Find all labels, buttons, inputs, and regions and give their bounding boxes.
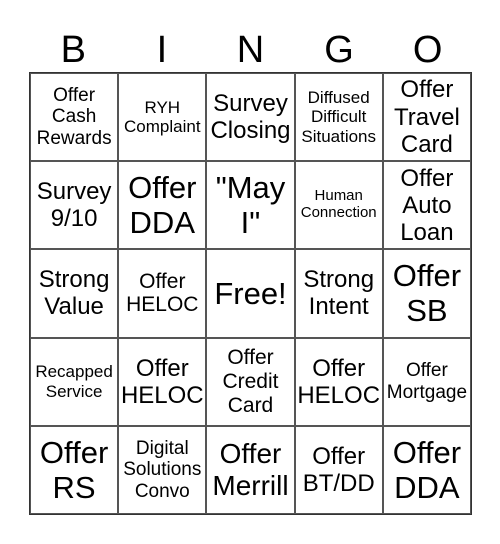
cell-text: Survey 9/10 bbox=[36, 178, 112, 233]
cell-text: Strong Value bbox=[38, 266, 110, 321]
bingo-cell[interactable]: Human Connection bbox=[294, 161, 383, 250]
cell-text: Offer DDA bbox=[392, 434, 462, 505]
bingo-cell[interactable]: Offer DDA bbox=[118, 161, 207, 250]
header-letter-b: B bbox=[60, 29, 86, 71]
cell-text: Offer Merrill bbox=[212, 438, 289, 501]
bingo-cell[interactable]: "May I" bbox=[206, 161, 295, 250]
bingo-cell[interactable]: Offer Travel Card bbox=[382, 73, 471, 162]
cell-text: Strong Intent bbox=[303, 266, 375, 321]
cell-text: Offer Travel Card bbox=[393, 76, 460, 158]
cell-text: Offer DDA bbox=[128, 170, 197, 241]
bingo-cell[interactable]: Offer SB bbox=[382, 249, 471, 338]
cell-text: Human Connection bbox=[300, 187, 377, 222]
bingo-cell[interactable]: Offer BT/DD bbox=[294, 425, 383, 514]
cell-text: RYH Complaint bbox=[124, 97, 201, 137]
cell-text: Offer HELOC bbox=[297, 354, 381, 409]
bingo-cell[interactable]: Offer HELOC bbox=[294, 337, 383, 426]
cell-text: Offer Cash Rewards bbox=[36, 84, 112, 149]
bingo-cell[interactable]: Survey 9/10 bbox=[30, 161, 119, 250]
bingo-cell[interactable]: Recapped Service bbox=[30, 337, 119, 426]
cell-text: Offer HELOC bbox=[126, 269, 199, 317]
bingo-cell[interactable]: Diffused Difficult Situations bbox=[294, 73, 383, 162]
header-letter-i: I bbox=[156, 29, 168, 71]
header-letter-n: N bbox=[236, 29, 265, 71]
bingo-card-grid: Offer Cash Rewards RYH Complaint Survey … bbox=[29, 72, 472, 515]
bingo-cell[interactable]: Strong Value bbox=[30, 249, 119, 338]
bingo-header: B I N G O bbox=[29, 28, 472, 72]
bingo-cell[interactable]: Offer Auto Loan bbox=[382, 161, 471, 250]
bingo-cell[interactable]: Offer HELOC bbox=[118, 249, 207, 338]
cell-text: Recapped Service bbox=[35, 362, 113, 401]
cell-text: Offer BT/DD bbox=[302, 442, 375, 497]
free-space-text: Free! bbox=[214, 275, 287, 311]
cell-text: Offer RS bbox=[39, 434, 109, 505]
header-letter-g: G bbox=[324, 29, 354, 71]
header-letter-o: O bbox=[412, 29, 443, 71]
bingo-cell[interactable]: Offer DDA bbox=[382, 425, 471, 514]
bingo-cell[interactable]: RYH Complaint bbox=[118, 73, 207, 162]
cell-text: "May I" bbox=[215, 170, 286, 241]
cell-text: Diffused Difficult Situations bbox=[301, 88, 377, 146]
cell-text: Digital Solutions Convo bbox=[123, 437, 202, 502]
cell-text: Offer Auto Loan bbox=[400, 164, 454, 246]
bingo-cell[interactable]: Offer Mortgage bbox=[382, 337, 471, 426]
bingo-cell[interactable]: Strong Intent bbox=[294, 249, 383, 338]
bingo-cell[interactable]: Offer Credit Card bbox=[206, 337, 295, 426]
cell-text: Offer HELOC bbox=[120, 354, 204, 409]
bingo-cell[interactable]: Offer Merrill bbox=[206, 425, 295, 514]
bingo-cell[interactable]: Offer Cash Rewards bbox=[30, 73, 119, 162]
bingo-cell[interactable]: Offer HELOC bbox=[118, 337, 207, 426]
cell-text: Offer Mortgage bbox=[386, 360, 468, 403]
cell-text: Survey Closing bbox=[210, 89, 291, 145]
bingo-cell[interactable]: Offer RS bbox=[30, 425, 119, 514]
cell-text: Offer Credit Card bbox=[222, 346, 279, 417]
bingo-cell[interactable]: Digital Solutions Convo bbox=[118, 425, 207, 514]
cell-text: Offer SB bbox=[392, 258, 462, 329]
bingo-cell[interactable]: Survey Closing bbox=[206, 73, 295, 162]
free-space-cell[interactable]: Free! bbox=[206, 249, 295, 338]
